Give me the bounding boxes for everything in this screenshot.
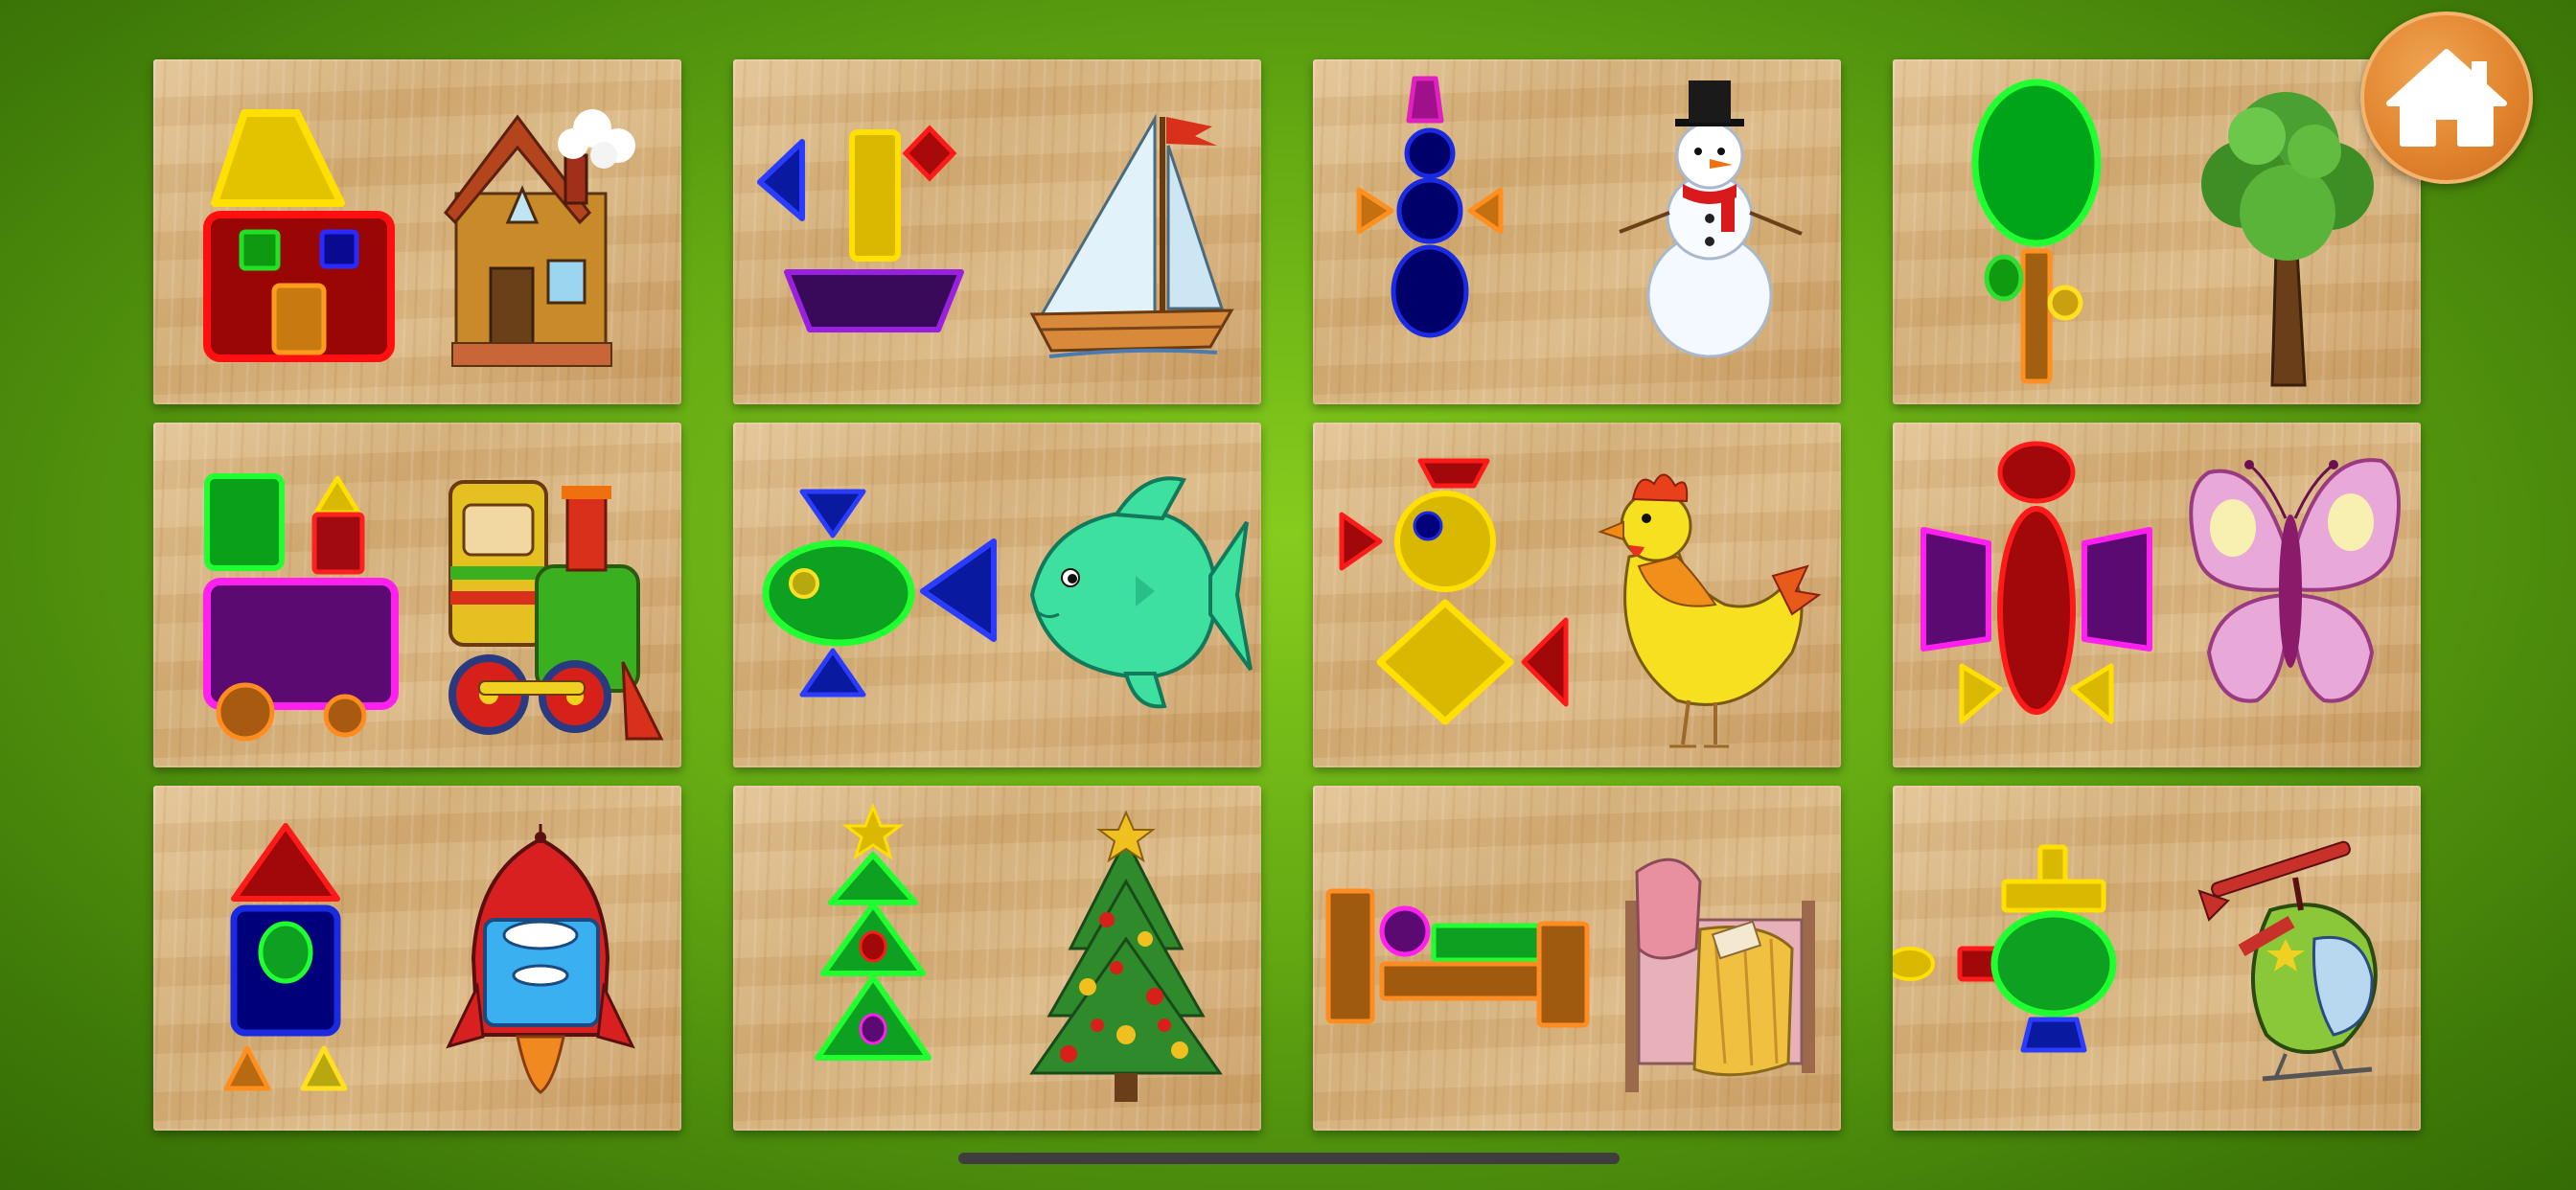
- puzzle-card-tree[interactable]: [1893, 59, 2421, 404]
- puzzle-card-christmas-tree[interactable]: [733, 786, 1261, 1131]
- puzzle-card-helicopter[interactable]: [1893, 786, 2421, 1131]
- fish-icon: [762, 476, 1253, 709]
- helicopter-icon: [1893, 840, 2378, 1082]
- home-indicator-bar: [958, 1153, 1620, 1164]
- house-icon: [203, 109, 635, 367]
- tree-icon: [1971, 79, 2374, 387]
- snowman-icon: [1356, 76, 1803, 358]
- puzzle-grid: [153, 59, 2422, 1131]
- chicken-icon: [1339, 458, 1822, 748]
- puzzle-card-sailboat[interactable]: [733, 59, 1261, 404]
- christmas-tree-icon: [815, 802, 1223, 1102]
- puzzle-card-rocket[interactable]: [153, 786, 681, 1131]
- puzzle-card-butterfly[interactable]: [1893, 423, 2421, 767]
- puzzle-card-bed[interactable]: [1313, 786, 1841, 1131]
- puzzle-card-chicken[interactable]: [1313, 423, 1841, 767]
- rocket-icon: [223, 823, 635, 1094]
- puzzle-card-fish[interactable]: [733, 423, 1261, 767]
- sailboat-icon: [757, 113, 1234, 358]
- puzzle-card-snowman[interactable]: [1313, 59, 1841, 404]
- bed-icon: [1325, 858, 1815, 1092]
- puzzle-card-house[interactable]: [153, 59, 681, 404]
- home-button[interactable]: [2360, 11, 2533, 184]
- home-icon: [2386, 49, 2507, 147]
- butterfly-icon: [1920, 441, 2401, 724]
- train-icon: [203, 473, 664, 742]
- puzzle-card-train[interactable]: [153, 423, 681, 767]
